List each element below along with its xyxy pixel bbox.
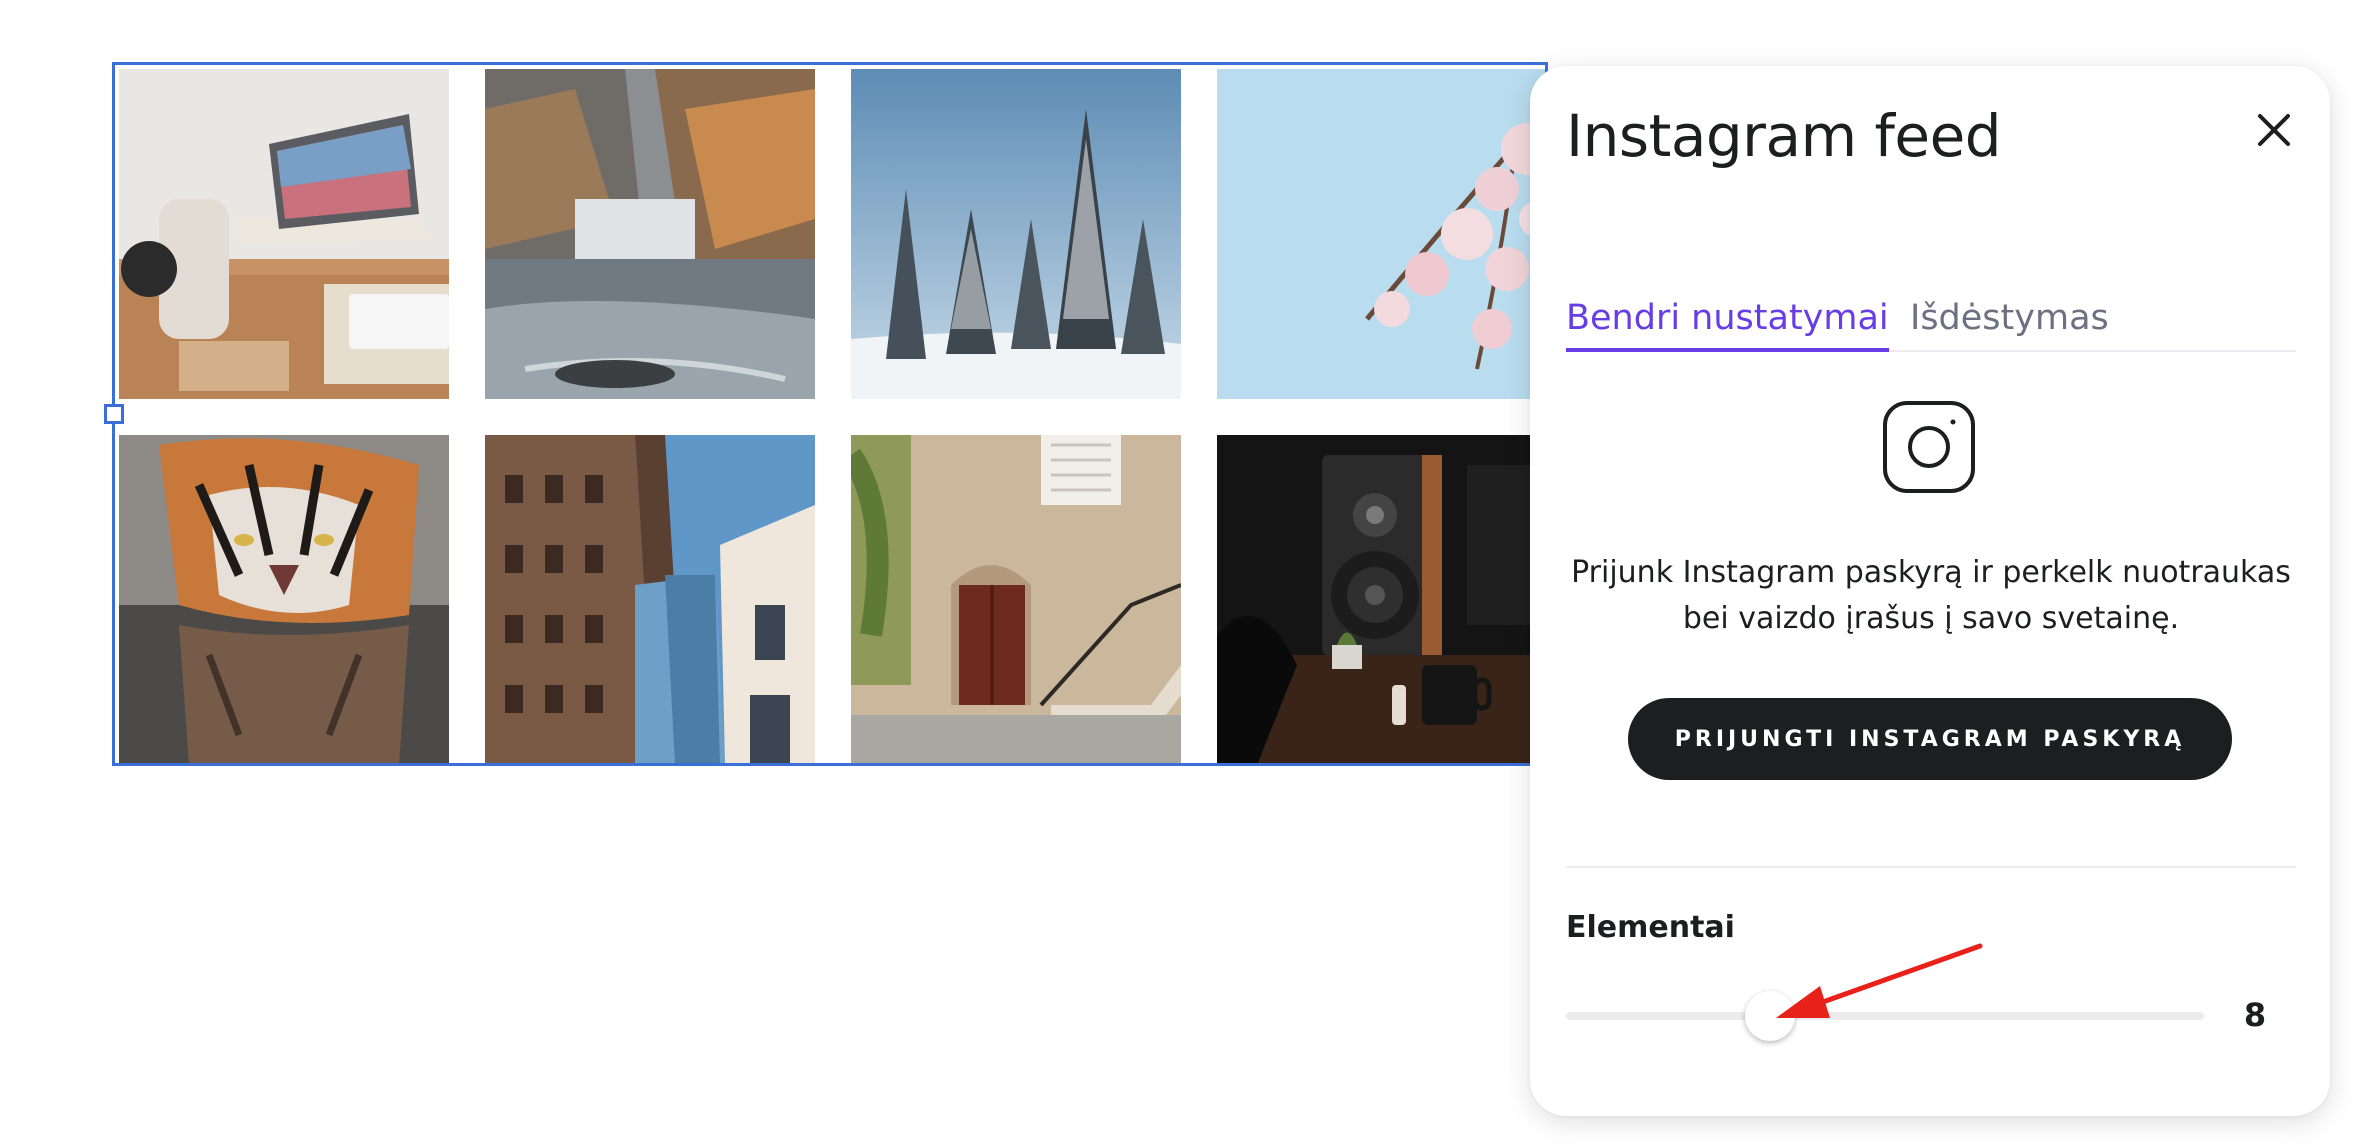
feed-image-snowy-trees[interactable] xyxy=(851,69,1181,399)
tab-general-settings[interactable]: Bendri nustatymai xyxy=(1566,296,1889,352)
feed-image-desk[interactable] xyxy=(119,69,449,399)
divider xyxy=(1566,866,2296,868)
resize-handle[interactable] xyxy=(104,404,124,424)
connect-instagram-button[interactable]: PRIJUNGTI INSTAGRAM PASKYRĄ xyxy=(1628,698,2232,780)
tab-layout[interactable]: Išdėstymas xyxy=(1910,296,2109,352)
feed-image-city-buildings[interactable] xyxy=(485,435,815,763)
elements-slider-value: 8 xyxy=(2243,996,2267,1034)
instagram-settings-panel: Instagram feed Bendri nustatymai Išdėsty… xyxy=(1530,66,2330,1116)
connect-description: Prijunk Instagram paskyrą ir perkelk nuo… xyxy=(1571,555,2291,636)
elements-slider-label: Elementai xyxy=(1566,910,1735,945)
feed-image-waterfall[interactable] xyxy=(485,69,815,399)
feed-image-tiger[interactable] xyxy=(119,435,449,763)
elements-slider-thumb[interactable] xyxy=(1745,991,1796,1041)
close-icon[interactable] xyxy=(2250,106,2298,154)
feed-image-cherry-blossom[interactable] xyxy=(1217,69,1545,399)
feed-image-stone-house[interactable] xyxy=(851,435,1181,763)
instagram-feed-block[interactable] xyxy=(112,62,1548,766)
canvas: Instagram feed Bendri nustatymai Išdėsty… xyxy=(0,0,2364,1144)
feed-grid xyxy=(115,65,1545,763)
feed-image-speaker[interactable] xyxy=(1217,435,1545,763)
instagram-icon xyxy=(1882,400,1976,494)
panel-tabs: Bendri nustatymai Išdėstymas xyxy=(1566,296,2296,352)
elements-slider-track[interactable] xyxy=(1566,1012,2204,1020)
panel-title: Instagram feed xyxy=(1566,102,2002,170)
